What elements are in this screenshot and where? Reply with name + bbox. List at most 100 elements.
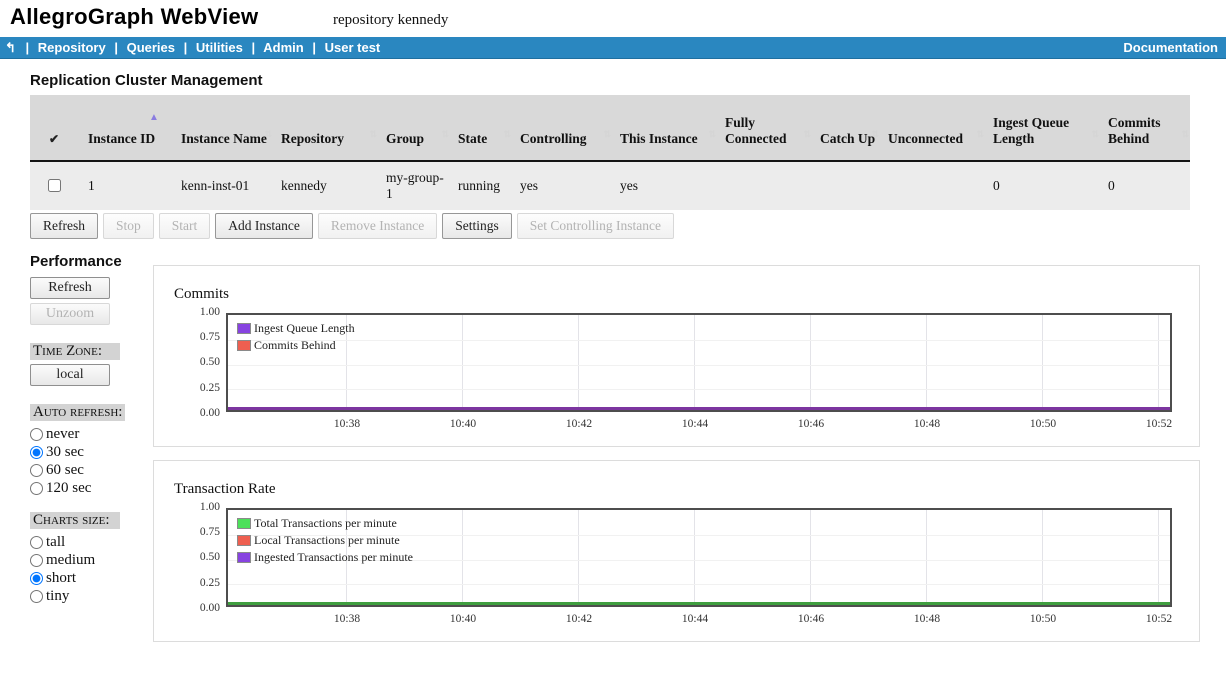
legend-label: Ingest Queue Length (254, 321, 355, 336)
row-select-checkbox[interactable] (48, 179, 61, 192)
y-axis-tick: 0.00 (174, 407, 220, 419)
add-instance-button[interactable]: Add Instance (215, 213, 313, 239)
commits-plot-area[interactable]: Ingest Queue Length Commits Behind (226, 313, 1172, 412)
radio-label: short (46, 570, 76, 587)
column-header-instance-id[interactable]: Instance ID ▲ (80, 95, 173, 161)
x-axis-tick: 10:46 (788, 418, 834, 430)
x-axis-tick: 10:50 (1020, 613, 1066, 625)
x-axis-tick: 10:46 (788, 613, 834, 625)
commits-series-line (228, 407, 1170, 410)
legend-item: Local Transactions per minute (237, 533, 413, 548)
nav-item-user-test[interactable]: User test (325, 40, 381, 55)
legend-label: Ingested Transactions per minute (254, 550, 413, 565)
timezone-label: Time Zone: (30, 343, 120, 360)
x-axis-tick: 10:50 (1020, 418, 1066, 430)
back-arrow-icon[interactable]: ↰ (5, 40, 16, 55)
sort-icon: ⇅ (503, 129, 511, 140)
column-label: Commits Behind (1108, 115, 1161, 146)
app-header: AllegroGraph WebView repository kennedy (0, 0, 1226, 37)
settings-button[interactable]: Settings (442, 213, 512, 239)
x-axis-tick: 10:38 (324, 418, 370, 430)
set-controlling-instance-button: Set Controlling Instance (517, 213, 674, 239)
column-header-repository[interactable]: Repository ⇅ (273, 95, 378, 161)
auto-refresh-60sec-radio[interactable] (30, 464, 43, 477)
auto-refresh-label: Auto refresh: (30, 404, 125, 421)
cell-controlling: yes (512, 161, 612, 210)
column-header-state[interactable]: State ⇅ (450, 95, 512, 161)
column-header-unconnected[interactable]: Unconnected ⇅ (880, 95, 985, 161)
nav-item-queries[interactable]: Queries (127, 40, 175, 55)
transaction-rate-chart-title: Transaction Rate (174, 481, 276, 498)
repository-label: repository kennedy (333, 12, 448, 29)
transaction-rate-plot-area[interactable]: Total Transactions per minute Local Tran… (226, 508, 1172, 607)
column-header-this-instance[interactable]: This Instance ⇅ (612, 95, 717, 161)
legend-item: Ingested Transactions per minute (237, 550, 413, 565)
column-header-commits-behind[interactable]: Commits Behind ⇅ (1100, 95, 1190, 161)
auto-refresh-option-60sec: 60 sec (30, 462, 154, 479)
charts-size-tall-radio[interactable] (30, 536, 43, 549)
charts-size-tiny-radio[interactable] (30, 590, 43, 603)
legend-item: Ingest Queue Length (237, 321, 355, 336)
remove-instance-button: Remove Instance (318, 213, 437, 239)
column-label: Instance ID (88, 131, 155, 146)
nav-links: ↰ | Repository | Queries | Utilities | A… (5, 37, 380, 58)
auto-refresh-30sec-radio[interactable] (30, 446, 43, 459)
gridline (926, 315, 927, 410)
gridline (926, 510, 927, 605)
nav-item-repository[interactable]: Repository (38, 40, 106, 55)
column-header-fully-connected[interactable]: Fully Connected ⇅ (717, 95, 812, 161)
y-axis-tick: 1.00 (174, 501, 220, 513)
charts-size-short-radio[interactable] (30, 572, 43, 585)
commits-chart-panel: Commits 1.00 0.75 0.50 0.25 0.00 Ingest … (153, 265, 1200, 447)
auto-refresh-option-30sec: 30 sec (30, 444, 154, 461)
column-header-group[interactable]: Group ⇅ (378, 95, 450, 161)
auto-refresh-120sec-radio[interactable] (30, 482, 43, 495)
x-axis-tick: 10:38 (324, 613, 370, 625)
gridline (1158, 315, 1159, 410)
gridline (810, 510, 811, 605)
radio-label: tall (46, 534, 65, 551)
nav-item-documentation[interactable]: Documentation (1123, 40, 1218, 55)
sort-icon: ⇅ (1091, 129, 1099, 140)
refresh-button[interactable]: Refresh (30, 213, 98, 239)
cell-commits-behind: 0 (1100, 161, 1190, 210)
column-header-select[interactable]: ✔ (30, 95, 80, 161)
performance-refresh-button[interactable]: Refresh (30, 277, 110, 299)
x-axis-tick: 10:44 (672, 418, 718, 430)
column-header-controlling[interactable]: Controlling ⇅ (512, 95, 612, 161)
radio-label: 120 sec (46, 480, 91, 497)
column-header-instance-name[interactable]: Instance Name ⇅ (173, 95, 273, 161)
transaction-rate-legend: Total Transactions per minute Local Tran… (237, 516, 413, 567)
column-label: Ingest Queue Length (993, 115, 1069, 146)
cell-instance-name: kenn-inst-01 (173, 161, 273, 210)
column-label: Catch Up (820, 131, 875, 146)
gridline (462, 315, 463, 410)
gridline (1158, 510, 1159, 605)
auto-refresh-option-120sec: 120 sec (30, 480, 154, 497)
timezone-local-button[interactable]: local (30, 364, 110, 386)
gridline (1042, 510, 1043, 605)
charts-size-option-medium: medium (30, 552, 154, 569)
performance-heading: Performance (30, 253, 154, 270)
total-transactions-swatch (237, 518, 251, 529)
radio-label: 30 sec (46, 444, 84, 461)
y-axis-tick: 0.25 (174, 577, 220, 589)
charts-size-option-short: short (30, 570, 154, 587)
legend-label: Local Transactions per minute (254, 533, 400, 548)
column-header-ingest-queue-length[interactable]: Ingest Queue Length ⇅ (985, 95, 1100, 161)
y-axis-tick: 0.75 (174, 331, 220, 343)
legend-item: Commits Behind (237, 338, 355, 353)
x-axis-tick: 10:42 (556, 613, 602, 625)
column-header-catch-up[interactable]: Catch Up ⇅ (812, 95, 880, 161)
nav-item-admin[interactable]: Admin (263, 40, 303, 55)
table-header-row: ✔ Instance ID ▲ Instance Name ⇅ Reposito… (30, 95, 1190, 161)
charts-size-medium-radio[interactable] (30, 554, 43, 567)
charts-size-label: Charts size: (30, 512, 120, 529)
cell-state: running (450, 161, 512, 210)
nav-right: Documentation (1123, 37, 1218, 58)
gridline (228, 340, 1170, 341)
unzoom-button: Unzoom (30, 303, 110, 325)
nav-item-utilities[interactable]: Utilities (196, 40, 243, 55)
cell-this-instance: yes (612, 161, 717, 210)
auto-refresh-never-radio[interactable] (30, 428, 43, 441)
